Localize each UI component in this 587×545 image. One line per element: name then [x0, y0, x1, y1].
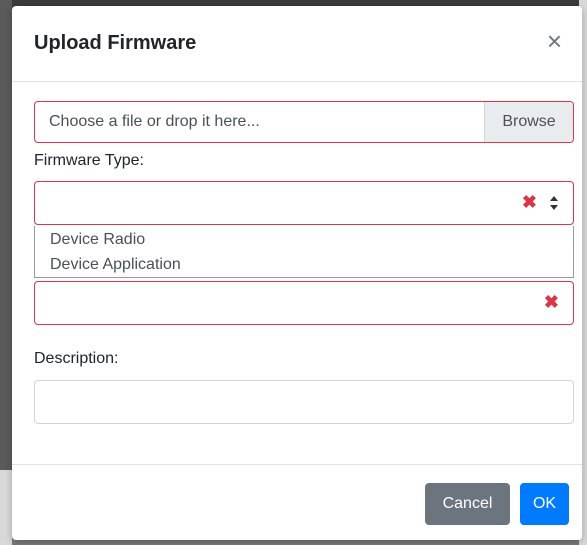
- backdrop-left-strip-lower: [0, 470, 12, 545]
- upload-firmware-modal: Upload Firmware × Choose a file or drop …: [12, 6, 582, 540]
- clear-icon[interactable]: ✖: [544, 292, 559, 313]
- backdrop-left-strip: [0, 0, 12, 545]
- description-label: Description:: [34, 350, 119, 367]
- option-device-radio[interactable]: Device Radio: [50, 231, 145, 249]
- sort-updown-icon[interactable]: [549, 194, 559, 212]
- version-input[interactable]: ✖: [34, 281, 574, 325]
- firmware-type-select[interactable]: ✖: [34, 181, 574, 225]
- description-input[interactable]: [34, 380, 574, 424]
- clear-icon[interactable]: ✖: [522, 192, 537, 213]
- option-device-application[interactable]: Device Application: [50, 256, 181, 274]
- ok-button[interactable]: OK: [520, 483, 569, 525]
- cancel-button[interactable]: Cancel: [425, 483, 510, 525]
- modal-title: Upload Firmware: [34, 32, 197, 54]
- file-input[interactable]: Choose a file or drop it here... Browse: [34, 101, 574, 143]
- firmware-type-label: Firmware Type:: [34, 152, 144, 169]
- file-input-placeholder: Choose a file or drop it here...: [49, 113, 260, 130]
- browse-button[interactable]: Browse: [484, 102, 573, 142]
- modal-footer: Cancel OK: [12, 464, 582, 541]
- modal-header: Upload Firmware ×: [12, 6, 582, 82]
- firmware-type-options: Device Radio Device Application: [34, 226, 574, 278]
- close-icon[interactable]: ×: [547, 28, 562, 54]
